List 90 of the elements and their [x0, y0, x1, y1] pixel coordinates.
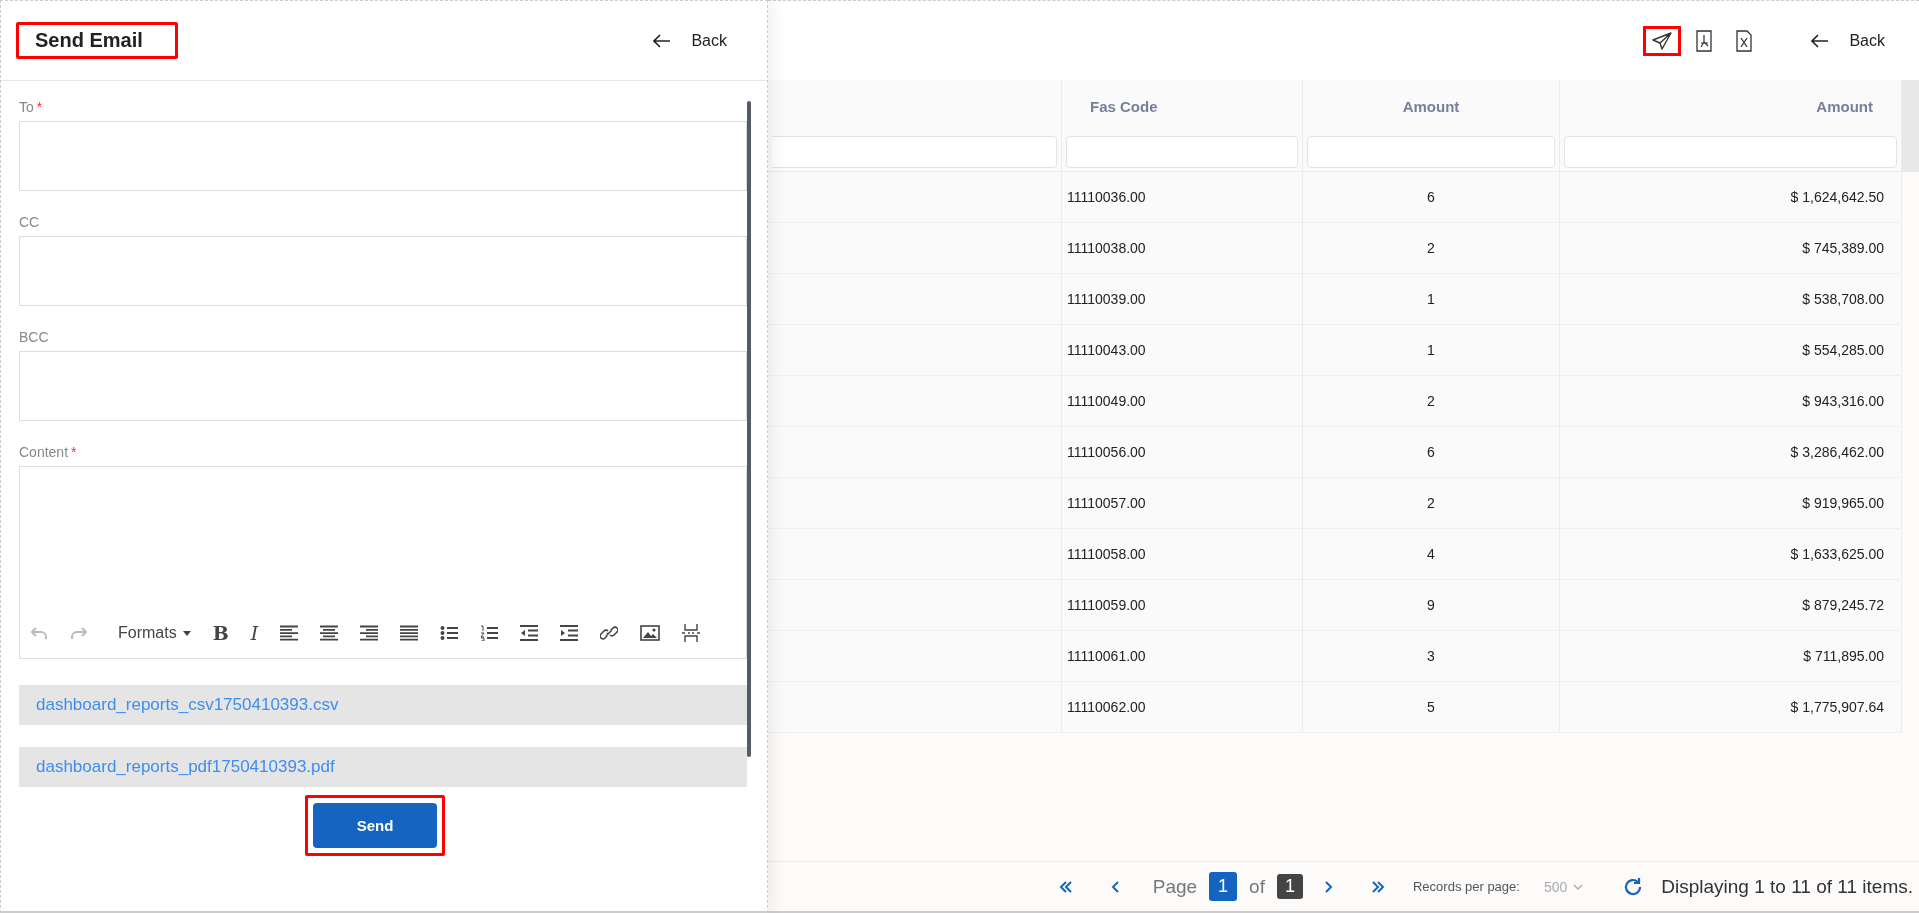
table-cell: 11110062.00 — [1062, 682, 1303, 733]
image-button[interactable] — [640, 622, 661, 644]
align-center-icon — [320, 625, 339, 641]
filter-field[interactable] — [1564, 136, 1897, 168]
align-right-icon — [360, 625, 379, 641]
formats-dropdown[interactable]: Formats — [118, 622, 191, 644]
table-cell: $ 919,965.00 — [1560, 478, 1902, 529]
link-icon — [600, 624, 619, 642]
bold-button[interactable]: B — [212, 622, 229, 644]
redo-icon — [70, 625, 88, 641]
table-cell: 2 — [1303, 223, 1560, 274]
table-cell: 6 — [1303, 427, 1560, 478]
of-label: of — [1249, 875, 1265, 898]
image-icon — [640, 625, 661, 641]
scrollbar[interactable] — [747, 101, 751, 757]
table-cell: $ 943,316.00 — [1560, 376, 1902, 427]
panel-title: Send Email — [16, 22, 178, 59]
back-button[interactable]: Back — [1807, 27, 1889, 54]
table-cell: 11110049.00 — [1062, 376, 1303, 427]
table-cell: 11110038.00 — [1062, 223, 1303, 274]
filter-field[interactable] — [772, 136, 1057, 168]
input-field[interactable] — [19, 351, 747, 421]
page-break-button[interactable] — [682, 622, 701, 644]
caret-icon — [182, 630, 191, 636]
back-button[interactable]: Back — [649, 27, 731, 54]
indent-icon — [560, 625, 579, 641]
input-field[interactable] — [19, 121, 747, 191]
send-button[interactable]: Send — [313, 803, 437, 848]
outdent-icon — [520, 625, 539, 641]
table-cell: 5 — [1303, 682, 1560, 733]
table-cell: 1 — [1303, 325, 1560, 376]
table-cell: $ 1,775,907.64 — [1560, 682, 1902, 733]
table-cell: $ 745,389.00 — [1560, 223, 1902, 274]
numbers-button[interactable] — [480, 622, 499, 644]
required-mark: * — [71, 444, 77, 460]
table-cell: 3 — [1303, 631, 1560, 682]
table-cell: 11110059.00 — [1062, 580, 1303, 631]
table-cell: $ 711,895.00 — [1560, 631, 1902, 682]
outdent-button[interactable] — [520, 622, 539, 644]
bullet-list-icon — [440, 625, 459, 641]
refresh-icon — [1623, 876, 1644, 897]
table-cell: $ 538,708.00 — [1560, 274, 1902, 325]
pdf-file-icon — [1696, 29, 1713, 52]
table-cell: 11110039.00 — [1062, 274, 1303, 325]
table-cell: 4 — [1303, 529, 1560, 580]
undo-icon — [30, 625, 48, 641]
page-label: Page — [1152, 875, 1198, 898]
table-cell: $ 1,624,642.50 — [1560, 172, 1902, 223]
arrow-left-icon — [1811, 33, 1830, 48]
table-cell: $ 554,285.00 — [1560, 325, 1902, 376]
input-field[interactable] — [19, 236, 747, 306]
table-cell: 11110061.00 — [1062, 631, 1303, 682]
table-cell: 2 — [1303, 478, 1560, 529]
table-cell: 2 — [1303, 376, 1560, 427]
current-page[interactable]: 1 — [1209, 872, 1238, 901]
table-cell: 11110058.00 — [1062, 529, 1303, 580]
filter-field[interactable] — [1066, 136, 1298, 168]
first-page-icon — [1058, 879, 1073, 894]
indent-button[interactable] — [560, 622, 579, 644]
table-cell: $ 3,286,462.00 — [1560, 427, 1902, 478]
page-break-icon — [682, 624, 701, 642]
paper-plane-icon — [1652, 31, 1673, 50]
required-mark: * — [36, 99, 43, 115]
table-cell: 6 — [1303, 172, 1560, 223]
content-editor[interactable]: Formats B I — [19, 466, 747, 659]
arrow-left-icon — [653, 33, 672, 48]
field-label: CC — [19, 214, 41, 230]
table-cell: 11110036.00 — [1062, 172, 1303, 223]
align-left-icon — [280, 625, 299, 641]
table-cell: 11110056.00 — [1062, 427, 1303, 478]
field-label: Content * — [19, 444, 78, 460]
table-cell: 11110043.00 — [1062, 325, 1303, 376]
total-pages: 1 — [1276, 874, 1303, 899]
justify-icon — [400, 625, 419, 641]
excel-file-icon — [1736, 29, 1753, 52]
chevron-down-icon — [1573, 883, 1584, 890]
table-cell: $ 1,633,625.00 — [1560, 529, 1902, 580]
table-cell: 1 — [1303, 274, 1560, 325]
field-label: To * — [19, 99, 44, 115]
numbered-list-icon — [480, 625, 499, 641]
send-action-button[interactable] — [1643, 25, 1682, 56]
table-cell: $ 879,245.72 — [1560, 580, 1902, 631]
table-cell: 9 — [1303, 580, 1560, 631]
filter-field[interactable] — [1307, 136, 1555, 168]
table-cell: 11110057.00 — [1062, 478, 1303, 529]
items-summary: Displaying 1 to 11 of 11 items. — [1661, 875, 1913, 898]
italic-button[interactable]: I — [250, 622, 259, 644]
last-page-icon — [1370, 879, 1385, 894]
field-label: BCC — [19, 329, 50, 345]
records-per-page-label: Records per page: — [1412, 879, 1520, 894]
